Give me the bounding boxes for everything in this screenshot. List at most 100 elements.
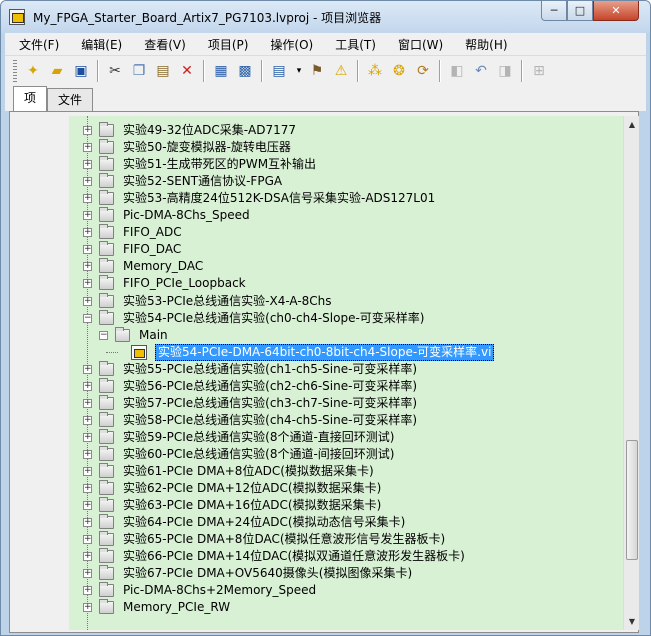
toolbar-grip[interactable] [13, 60, 17, 82]
view-icon[interactable]: ▤ [269, 61, 289, 81]
tree-item-folder[interactable]: + 实验52-SENT通信协议-FPGA [69, 173, 623, 190]
expand-icon[interactable]: + [83, 484, 92, 494]
tree-item-folder[interactable]: + 实验49-32位ADC采集-AD7177 [69, 122, 623, 139]
tree-item-folder[interactable]: − Main [69, 326, 623, 344]
menu-project[interactable]: 项目(P) [194, 36, 257, 53]
folder-icon [99, 309, 114, 325]
cut-icon[interactable]: ✂ [105, 61, 125, 81]
project-tree[interactable]: + 实验49-32位ADC采集-AD7177 + 实验50-旋变模拟器-旋转电压器 + 实… [69, 116, 623, 630]
tree-item-folder[interactable]: + 实验57-PCIe总线通信实验(ch3-ch7-Sine-可变采样率) [69, 394, 623, 412]
tree-item-folder[interactable]: + 实验56-PCIe总线通信实验(ch2-ch6-Sine-可变采样率) [69, 377, 623, 395]
expand-icon[interactable]: + [83, 160, 92, 170]
paste-icon[interactable]: ▤ [153, 61, 173, 81]
expand-icon[interactable]: + [83, 211, 92, 221]
minimize-button[interactable]: ─ [541, 1, 567, 21]
save-icon[interactable]: ▩ [235, 61, 255, 81]
tree-item-folder[interactable]: + 实验61-PCIe DMA+8位ADC(模拟数据采集卡) [69, 463, 623, 480]
collapse-icon[interactable]: − [83, 313, 92, 323]
expand-icon[interactable]: + [83, 245, 92, 255]
tab-files[interactable]: 文件 [47, 88, 94, 111]
menu-window[interactable]: 窗口(W) [384, 36, 451, 53]
expand-icon[interactable]: + [83, 518, 92, 528]
resolve-icon[interactable]: ❂ [389, 61, 409, 81]
expand-icon[interactable]: + [83, 143, 92, 153]
save-all-icon[interactable]: ▣ [71, 61, 91, 81]
tree-item-folder[interactable]: + 实验58-PCIe总线通信实验(ch4-ch5-Sine-可变采样率) [69, 411, 623, 429]
menu-edit[interactable]: 编辑(E) [67, 36, 130, 53]
expand-icon[interactable]: + [83, 279, 92, 289]
expand-icon[interactable]: + [83, 364, 92, 374]
properties-icon[interactable]: ▦ [211, 61, 231, 81]
expand-icon[interactable]: + [83, 467, 92, 476]
expand-icon[interactable]: + [83, 603, 92, 613]
expand-icon[interactable]: + [83, 415, 92, 425]
expand-icon[interactable]: + [83, 552, 92, 562]
collapse-icon[interactable]: − [99, 330, 108, 340]
view-dropdown-icon[interactable]: ▾ [289, 61, 309, 81]
tree-item-folder[interactable]: + Memory_PCIe_RW [69, 599, 623, 616]
expand-icon[interactable]: ⊞ [529, 61, 549, 81]
expand-icon[interactable]: + [83, 177, 92, 187]
expand-icon[interactable]: + [83, 449, 92, 459]
back-icon[interactable]: ◧ [447, 61, 467, 81]
tree-item-folder[interactable]: + 实验65-PCIe DMA+8位DAC(模拟任意波形信号发生器板卡) [69, 531, 623, 548]
tab-items[interactable]: 项 [13, 86, 48, 111]
scroll-down-icon[interactable]: ▼ [624, 613, 640, 630]
tree-item-folder[interactable]: + Pic-DMA-8Chs+2Memory_Speed [69, 582, 623, 599]
add-icon[interactable]: ⁂ [365, 61, 385, 81]
tree-item-folder[interactable]: + Memory_DAC [69, 258, 623, 275]
tree-item-folder[interactable]: + 实验53-高精度24位512K-DSA信号采集实验-ADS127L01 [69, 190, 623, 207]
refresh-icon[interactable]: ⟳ [413, 61, 433, 81]
expand-icon[interactable]: + [83, 432, 92, 442]
close-button[interactable]: ✕ [593, 1, 639, 21]
expand-icon[interactable]: + [83, 398, 92, 408]
tree-item-folder[interactable]: + 实验50-旋变模拟器-旋转电压器 [69, 139, 623, 156]
tree-item-folder[interactable]: + FIFO_DAC [69, 241, 623, 258]
new-icon[interactable]: ✦ [23, 61, 43, 81]
copy-icon[interactable]: ❐ [129, 61, 149, 81]
delete-icon[interactable]: ✕ [177, 61, 197, 81]
open-icon[interactable]: ▰ [47, 61, 67, 81]
expand-icon[interactable]: + [83, 126, 92, 135]
expand-icon[interactable]: + [83, 569, 92, 579]
tree-item-folder[interactable]: + 实验67-PCIe DMA+OV5640摄像头(模拟图像采集卡) [69, 565, 623, 582]
expand-icon[interactable]: + [83, 262, 92, 272]
tree-item-folder[interactable]: + 实验60-PCIe总线通信实验(8个通道-间接回环测试) [69, 445, 623, 463]
scrollbar-thumb[interactable] [626, 440, 638, 560]
tree-item-folder[interactable]: − 实验54-PCIe总线通信实验(ch0-ch4-Slope-可变采样率) [69, 309, 623, 327]
expand-icon[interactable]: + [83, 381, 92, 391]
toolbar: ✦ ▰ ▣ ✂ ❐ ▤ ✕ ▦ ▩ ▤ ▾ ⚑ ⚠ ⁂ ❂ ⟳ ◧ ↶ ◨ ⊞ [5, 55, 646, 85]
tree-item-folder[interactable]: + 实验62-PCIe DMA+12位ADC(模拟数据采集卡) [69, 480, 623, 497]
tree-item-folder[interactable]: + Pic-DMA-8Chs_Speed [69, 207, 623, 224]
title-bar[interactable]: My_FPGA_Starter_Board_Artix7_PG7103.lvpr… [1, 1, 650, 33]
menu-view[interactable]: 查看(V) [130, 36, 194, 53]
tree-item-folder[interactable]: + FIFO_PCIe_Loopback [69, 275, 623, 292]
tree-item-folder[interactable]: + 实验55-PCIe总线通信实验(ch1-ch5-Sine-可变采样率) [69, 360, 623, 378]
undo-icon[interactable]: ↶ [471, 61, 491, 81]
tree-item-folder[interactable]: + 实验64-PCIe DMA+24位ADC(模拟动态信号采集卡) [69, 514, 623, 531]
expand-icon[interactable]: + [83, 228, 92, 238]
tree-item-folder[interactable]: + FIFO_ADC [69, 224, 623, 241]
expand-icon[interactable]: + [83, 501, 92, 511]
warning-icon[interactable]: ⚠ [331, 61, 351, 81]
tree-item-folder[interactable]: + 实验53-PCIe总线通信实验-X4-A-8Chs [69, 292, 623, 310]
menu-help[interactable]: 帮助(H) [451, 36, 515, 53]
scroll-up-icon[interactable]: ▲ [624, 116, 640, 133]
expand-icon[interactable]: + [83, 535, 92, 545]
tree-item-folder[interactable]: + 实验63-PCIe DMA+16位ADC(模拟数据采集卡) [69, 497, 623, 514]
folder-icon [99, 241, 114, 257]
menu-operate[interactable]: 操作(O) [256, 36, 321, 53]
expand-icon[interactable]: + [83, 194, 92, 204]
tree-item-folder[interactable]: + 实验59-PCIe总线通信实验(8个通道-直接回环测试) [69, 428, 623, 446]
maximize-button[interactable]: □ [567, 1, 593, 21]
vertical-scrollbar[interactable]: ▲ ▼ [623, 116, 639, 630]
tree-item-folder[interactable]: + 实验66-PCIe DMA+14位DAC(模拟双通道任意波形发生器板卡) [69, 548, 623, 565]
menu-tools[interactable]: 工具(T) [321, 36, 384, 53]
tree-item-folder[interactable]: + 实验51-生成带死区的PWM互补输出 [69, 156, 623, 173]
menu-file[interactable]: 文件(F) [5, 36, 67, 53]
forward-icon[interactable]: ◨ [495, 61, 515, 81]
build-icon[interactable]: ⚑ [307, 61, 327, 81]
tree-item-vi[interactable]: 实验54-PCIe-DMA-64bit-ch0-8bit-ch4-Slope-可… [69, 343, 623, 361]
expand-icon[interactable]: + [83, 296, 92, 306]
expand-icon[interactable]: + [83, 586, 92, 596]
